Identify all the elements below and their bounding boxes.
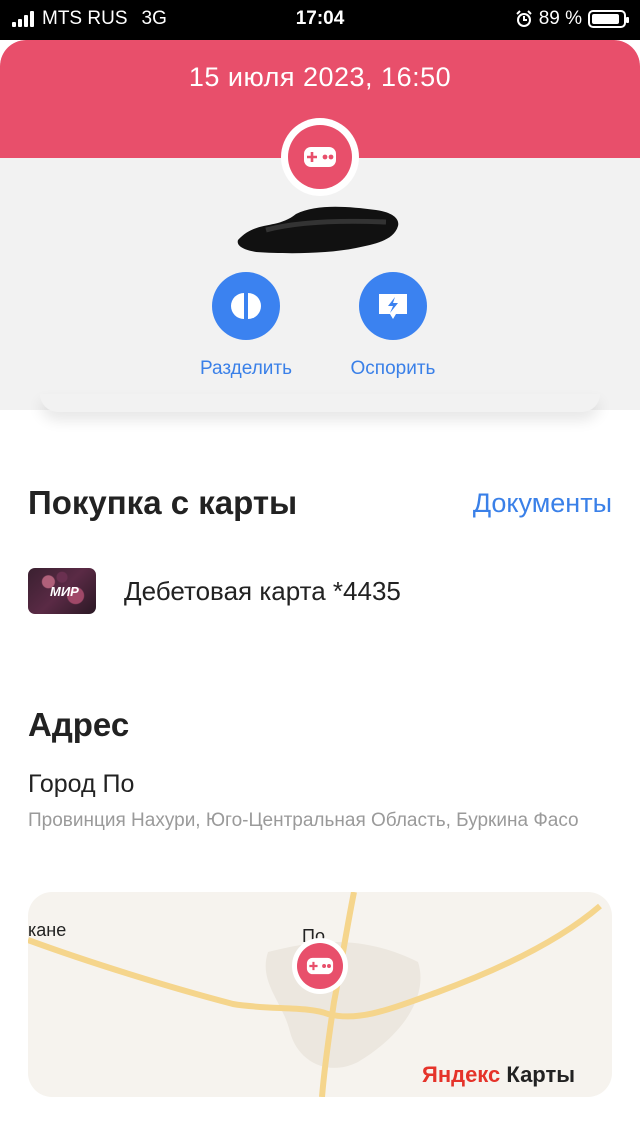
split-label[interactable]: Разделить [176,358,316,380]
status-bar: MTS RUS 3G 17:04 89 % [0,0,640,40]
transaction-date: 15 июля 2023, 16:50 [188,62,452,92]
dispute-button[interactable] [359,272,427,340]
redacted-merchant-name [237,206,399,254]
split-action[interactable]: Разделить [176,272,316,380]
split-icon [231,293,261,319]
alarm-icon [515,10,532,27]
merchant-category-icon [281,118,359,196]
dispute-icon [379,294,407,319]
sheet-bottom-edge [40,394,600,412]
gamepad-icon [304,147,336,167]
dispute-label[interactable]: Оспорить [323,358,463,380]
map-preview[interactable]: кане По Яндекс Карты [28,892,612,1097]
card-label[interactable]: Дебетовая карта *4435 [124,576,401,607]
gamepad-icon [306,957,334,975]
map-label-left: кане [28,920,67,940]
purchase-title: Покупка с карты [28,484,298,521]
battery-icon [588,10,629,28]
address-details: Провинция Нахури, Юго-Центральная Област… [28,810,579,831]
dispute-action[interactable]: Оспорить [323,272,463,380]
transaction-header: 15 июля 2023, 16:50 Разделить Оспорить [0,40,640,410]
card-image: МИР [28,568,96,614]
address-title: Адрес [28,706,130,743]
map-pin[interactable] [292,938,348,994]
card-brand-label: МИР [50,584,79,599]
address-city: Город По [28,770,135,798]
documents-link[interactable]: Документы [473,488,612,519]
split-button[interactable] [212,272,280,340]
yandex-maps-logo: Яндекс Карты [422,1062,576,1087]
battery-percent: 89 % [538,8,582,29]
